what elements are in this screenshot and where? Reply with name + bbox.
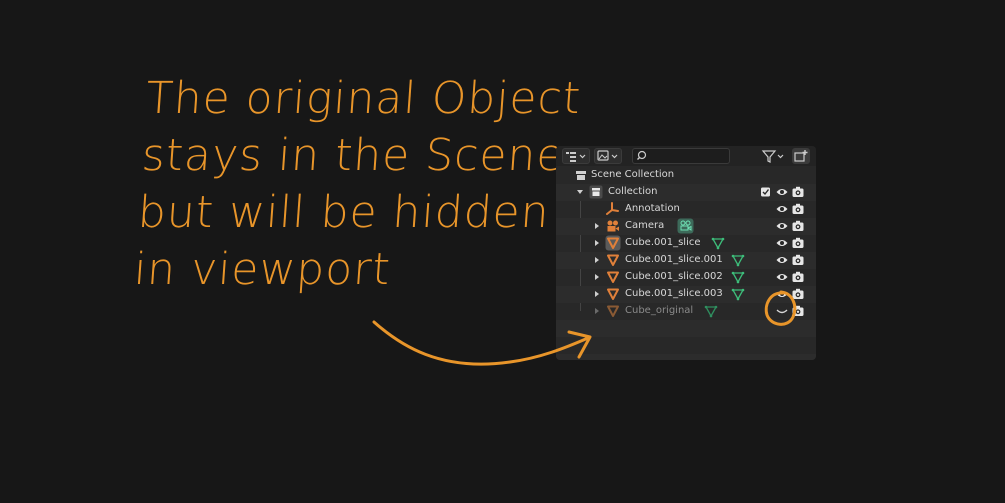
outliner-item-camera[interactable]: Camera: [556, 218, 816, 235]
render-camera-icon[interactable]: [792, 271, 804, 283]
collection-icon: [589, 185, 603, 199]
outliner-toolbar: [556, 146, 816, 166]
empty-row: [556, 320, 816, 337]
camera-label: Camera: [625, 220, 665, 231]
display-mode-dropdown[interactable]: [562, 148, 590, 164]
view-layer-dropdown[interactable]: [594, 148, 622, 164]
empty-row: [556, 354, 816, 360]
mesh-data-icon[interactable]: [704, 304, 718, 318]
eye-icon[interactable]: [776, 187, 788, 197]
annotation-line-2: stays in the Scene: [140, 130, 567, 181]
empty-row: [556, 337, 816, 354]
expand-right-icon[interactable]: [592, 289, 602, 299]
annotation-line-4: in viewport: [132, 244, 393, 295]
eye-icon[interactable]: [776, 221, 788, 231]
eye-icon[interactable]: [776, 238, 788, 248]
render-camera-icon[interactable]: [792, 288, 804, 300]
outliner-item-cube-slice-001[interactable]: Cube.001_slice.001: [556, 252, 816, 269]
mesh-object-icon: [607, 305, 619, 317]
exclude-checkbox-icon[interactable]: [760, 187, 772, 197]
view-layer-icon: [597, 150, 618, 161]
new-collection-button[interactable]: [792, 148, 810, 164]
expand-right-icon[interactable]: [592, 306, 602, 316]
render-camera-icon[interactable]: [792, 220, 804, 232]
cube-slice-003-label: Cube.001_slice.003: [625, 288, 723, 299]
render-camera-icon[interactable]: [792, 305, 804, 317]
filter-icon: [761, 150, 784, 163]
outliner-item-cube-slice[interactable]: Cube.001_slice: [556, 235, 816, 252]
cube-original-label: Cube_original: [625, 305, 694, 316]
eye-icon[interactable]: [776, 204, 788, 214]
search-icon: [637, 150, 647, 160]
mesh-object-icon: [605, 235, 621, 251]
expand-right-icon[interactable]: [592, 238, 602, 248]
camera-data-icon[interactable]: [677, 218, 694, 234]
outliner-tree: Scene Collection Collection Annotation C…: [556, 167, 816, 360]
render-camera-icon[interactable]: [792, 203, 804, 215]
cube-slice-002-label: Cube.001_slice.002: [625, 271, 723, 282]
filter-dropdown[interactable]: [760, 148, 788, 164]
annotation-line-3: but will be hidden: [136, 187, 552, 238]
render-camera-icon[interactable]: [792, 186, 804, 198]
scene-collection-label: Scene Collection: [591, 169, 675, 180]
mesh-data-icon[interactable]: [731, 253, 745, 267]
annotation-line-1: The original Object: [144, 73, 583, 124]
search-input[interactable]: [632, 148, 730, 164]
outliner-item-annotation[interactable]: Annotation: [556, 201, 816, 218]
render-camera-icon[interactable]: [792, 237, 804, 249]
outliner-panel: Scene Collection Collection Annotation C…: [556, 146, 816, 360]
camera-object-icon: [607, 220, 619, 232]
eye-icon[interactable]: [776, 289, 788, 299]
mesh-object-icon: [607, 288, 619, 300]
handwritten-annotation: The original Object stays in the Scene b…: [132, 70, 583, 298]
cube-slice-001-label: Cube.001_slice.001: [625, 254, 723, 265]
mesh-data-icon[interactable]: [731, 287, 745, 301]
scene-collection-icon: [576, 171, 586, 180]
collection-label: Collection: [608, 186, 658, 197]
scene-collection-row[interactable]: Scene Collection: [556, 167, 816, 184]
eye-closed-icon[interactable]: [776, 306, 788, 316]
eye-icon[interactable]: [776, 255, 788, 265]
mesh-object-icon: [607, 254, 619, 266]
cube-slice-label: Cube.001_slice: [625, 237, 701, 248]
annotation-label: Annotation: [625, 203, 680, 214]
collection-row[interactable]: Collection: [556, 184, 816, 201]
mesh-object-icon: [607, 271, 619, 283]
outliner-item-cube-slice-002[interactable]: Cube.001_slice.002: [556, 269, 816, 286]
outliner-item-cube-slice-003[interactable]: Cube.001_slice.003: [556, 286, 816, 303]
expand-right-icon[interactable]: [592, 221, 602, 231]
new-collection-icon: [794, 150, 808, 162]
mesh-data-icon[interactable]: [711, 236, 725, 250]
annotation-icon: [606, 202, 619, 215]
mesh-data-icon[interactable]: [731, 270, 745, 284]
eye-icon[interactable]: [776, 272, 788, 282]
outliner-display-icon: [566, 152, 586, 162]
expand-right-icon[interactable]: [592, 255, 602, 265]
expand-right-icon[interactable]: [592, 272, 602, 282]
outliner-item-cube-original[interactable]: Cube_original: [556, 303, 816, 320]
render-camera-icon[interactable]: [792, 254, 804, 266]
expand-down-icon[interactable]: [575, 187, 585, 197]
